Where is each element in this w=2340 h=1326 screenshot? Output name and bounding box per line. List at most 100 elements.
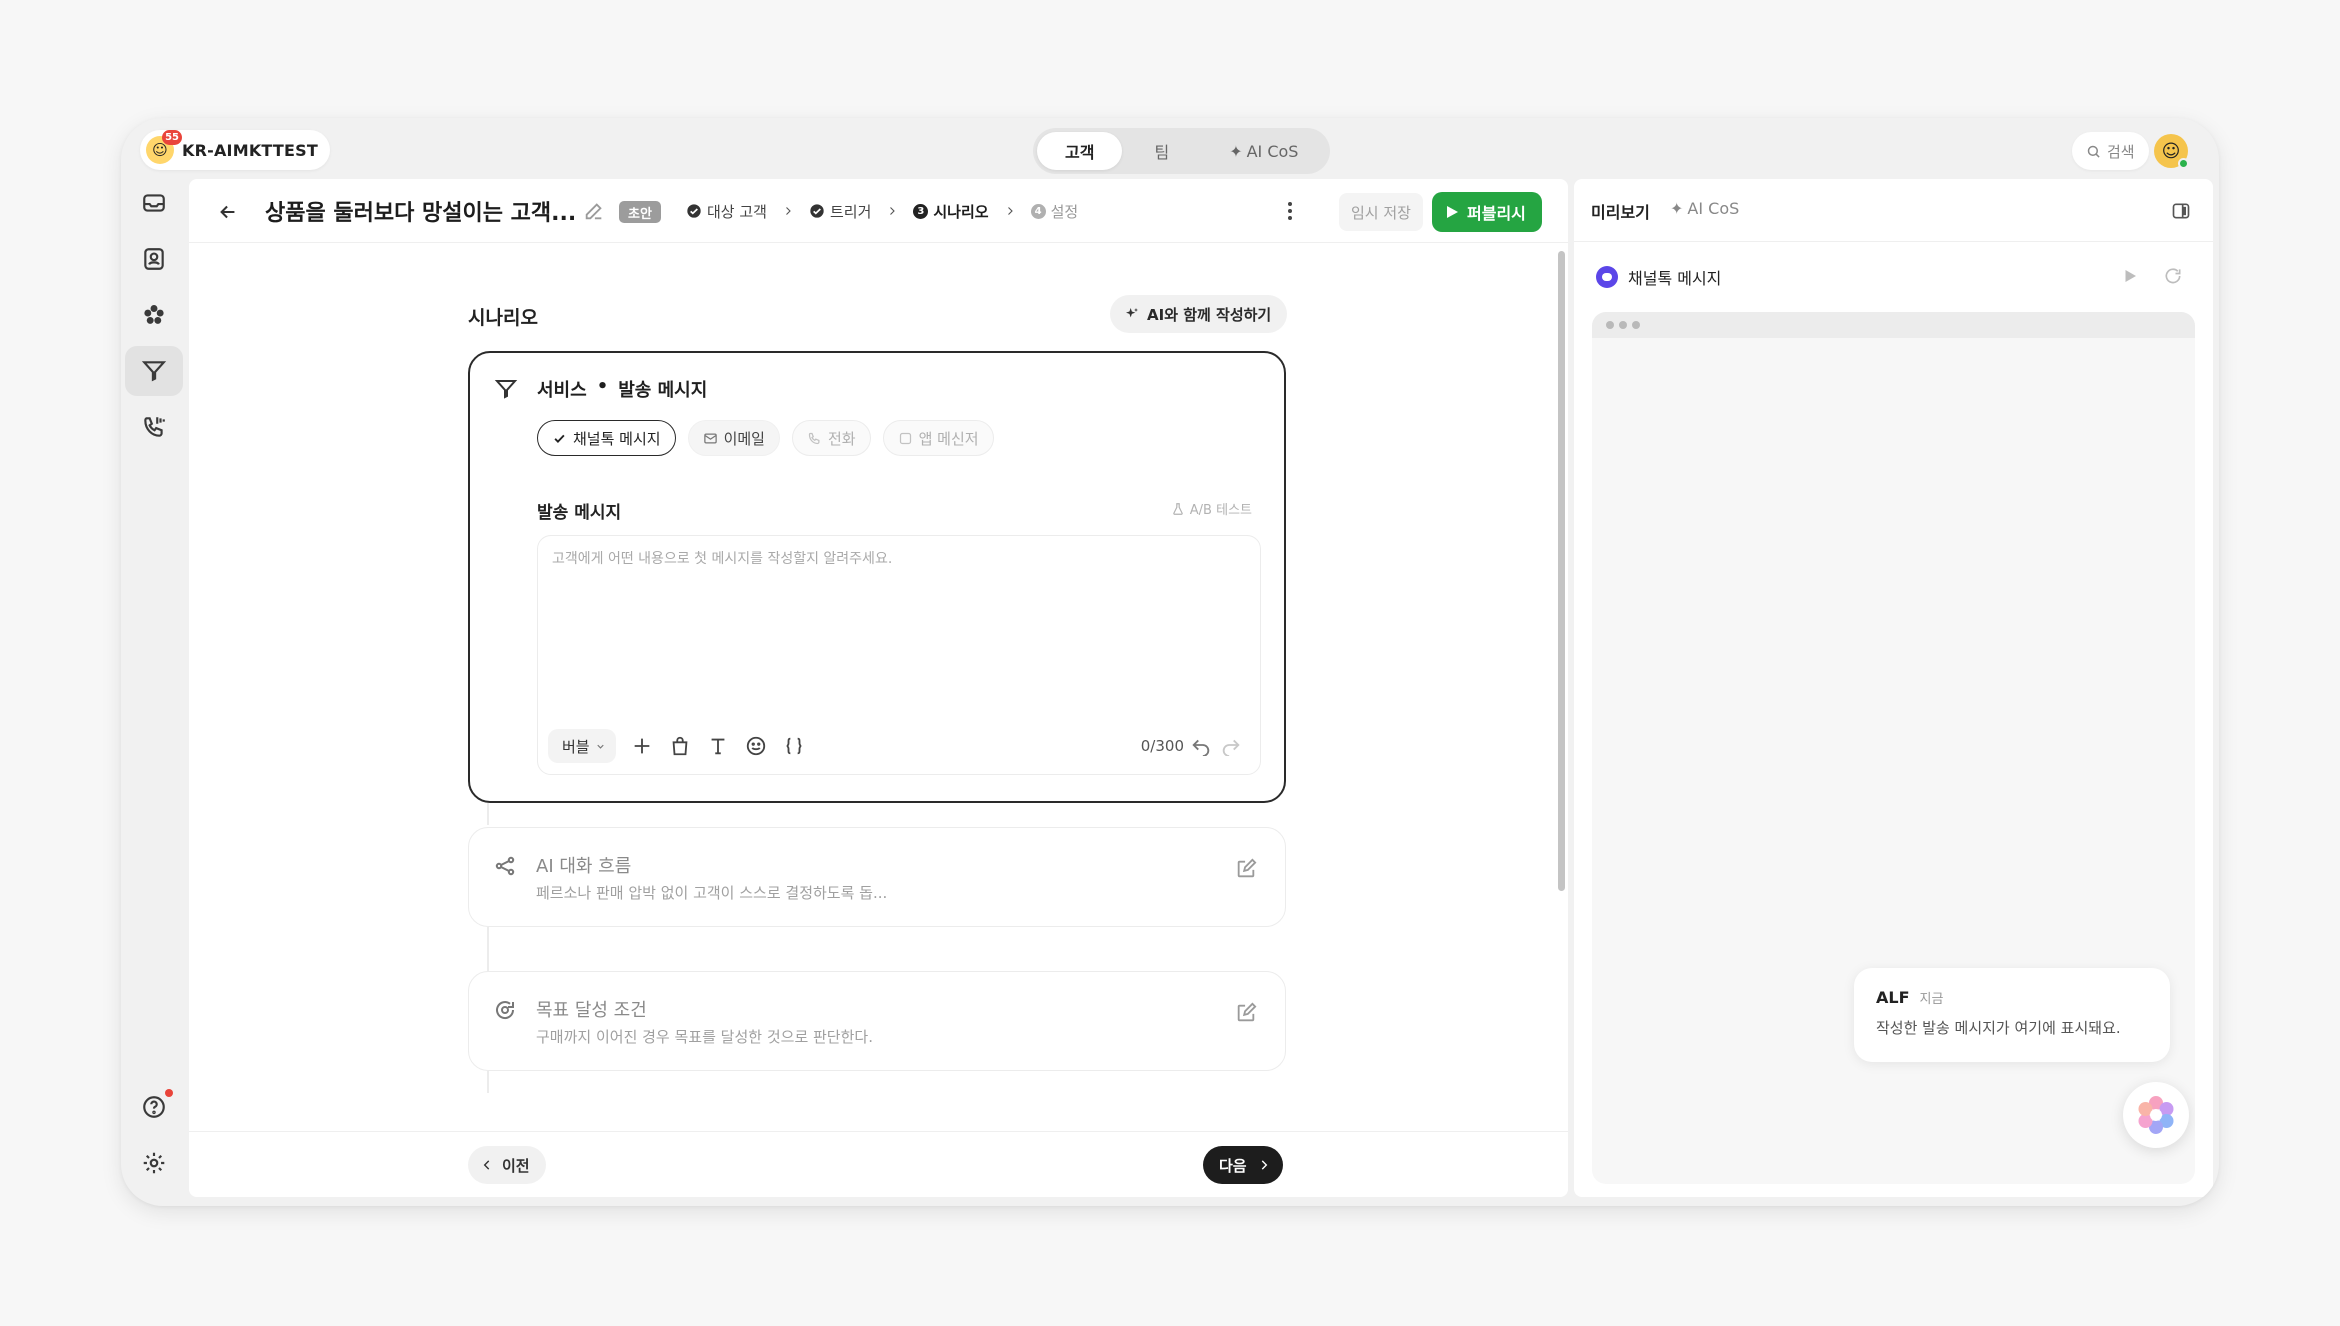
previous-button[interactable]: 이전	[468, 1146, 546, 1184]
undo-button[interactable]	[1190, 734, 1212, 757]
next-button[interactable]: 다음	[1203, 1146, 1283, 1184]
message-label: 발송 메시지	[537, 503, 622, 523]
channel-app-messenger[interactable]: 앱 메신저	[882, 420, 994, 456]
nav-campaigns[interactable]	[125, 346, 183, 396]
editor-footer: 이전 다음	[189, 1131, 1568, 1197]
redo-button[interactable]	[1220, 734, 1242, 757]
save-draft-button[interactable]: 임시 저장	[1339, 193, 1423, 231]
search-label: 검색	[2107, 142, 2135, 161]
help-icon	[143, 1096, 165, 1118]
publish-button[interactable]: 퍼블리시	[1432, 192, 1542, 232]
step-label: 시나리오	[933, 202, 989, 221]
channel-label: 전화	[827, 429, 856, 448]
chat-launcher-button[interactable]	[2123, 1082, 2189, 1148]
check-circle-icon	[687, 204, 701, 218]
pencil-icon	[585, 203, 602, 220]
text-format-button[interactable]	[706, 734, 730, 758]
chevron-right-icon	[771, 205, 805, 217]
back-button[interactable]	[215, 199, 241, 225]
workspace-switcher[interactable]: ☺ 55 KR-AIMKTTEST	[140, 130, 330, 170]
channel-label: 채널톡 메시지	[573, 429, 661, 448]
bubble-timestamp: 지금	[1919, 992, 1944, 1007]
message-input[interactable]	[552, 548, 1242, 698]
step-label: 설정	[1050, 202, 1079, 221]
phone-call-icon	[144, 417, 165, 437]
bubble-select-label: 버블	[562, 737, 590, 756]
user-avatar[interactable]: ☺	[2154, 134, 2189, 169]
nav-settings[interactable]	[125, 1138, 183, 1188]
service-label: 서비스	[537, 380, 587, 401]
nav-calls[interactable]	[125, 402, 183, 452]
refresh-preview-button[interactable]	[2163, 266, 2183, 286]
tab-ai-cos-label: AI CoS	[1246, 141, 1299, 161]
more-options-button[interactable]	[1280, 197, 1300, 225]
goal-description: 구매까지 이어진 경우 목표를 달성한 것으로 판단한다.	[536, 1028, 873, 1046]
service-message-card: 서비스 • 발송 메시지 채널톡 메시지 이메일 전화 앱 메신저 발송 메시지…	[468, 351, 1286, 803]
flower-icon	[144, 305, 164, 324]
step-audience[interactable]: 대상 고객	[682, 197, 771, 225]
search-icon	[2087, 145, 2100, 158]
flow-connector	[487, 927, 489, 971]
editor-header: 상품을 둘러보다 망설이는 고객... 초안 대상 고객 트리거 3 시나리오 …	[189, 179, 1568, 243]
tab-preview[interactable]: 미리보기	[1591, 199, 1650, 223]
preview-panel: 미리보기 ✦ AI CoS 채널톡 메시지 ALF 지금 작성한 발송 메시지가…	[1574, 179, 2213, 1197]
edit-title-button[interactable]	[583, 200, 605, 222]
window-dot	[1606, 321, 1614, 329]
edit-goal-button[interactable]	[1235, 1002, 1257, 1024]
channel-email[interactable]: 이메일	[687, 420, 780, 456]
notification-badge: 55	[162, 130, 182, 145]
step-trigger[interactable]: 트리거	[805, 197, 875, 225]
redo-icon	[1222, 739, 1240, 757]
flow-connector	[487, 1071, 489, 1093]
step-settings[interactable]: 4 설정	[1027, 197, 1083, 225]
tab-customer[interactable]: 고객	[1037, 132, 1123, 170]
page-title: 상품을 둘러보다 망설이는 고객...	[265, 201, 577, 226]
chevron-right-icon	[875, 205, 909, 217]
nav-integrations[interactable]	[125, 290, 183, 340]
undo-icon	[1192, 739, 1210, 757]
edit-ai-flow-button[interactable]	[1235, 858, 1257, 880]
app-icon	[899, 432, 911, 444]
nav-inbox[interactable]	[125, 178, 183, 228]
refresh-icon	[2165, 268, 2181, 284]
variable-button[interactable]	[782, 734, 806, 758]
channel-chattalk[interactable]: 채널톡 메시지	[537, 420, 676, 456]
ai-write-button[interactable]: AI와 함께 작성하기	[1110, 295, 1288, 333]
ai-flow-card[interactable]: AI 대화 흐름 페르소나 판매 압박 없이 고객이 스스로 결정하도록 돕..…	[468, 827, 1286, 927]
scrollbar[interactable]	[1558, 251, 1565, 891]
flow-connector	[487, 803, 489, 825]
funnel-send-icon	[141, 361, 167, 382]
play-preview-button[interactable]	[2121, 267, 2139, 285]
goal-card[interactable]: 목표 달성 조건 구매까지 이어진 경우 목표를 달성한 것으로 판단한다.	[468, 971, 1286, 1071]
add-button[interactable]	[630, 734, 654, 758]
channel-phone[interactable]: 전화	[791, 420, 871, 456]
character-counter: 0/300	[1140, 737, 1184, 755]
step-scenario[interactable]: 3 시나리오	[909, 197, 992, 225]
tab-ai-cos[interactable]: ✦ AI CoS	[1201, 132, 1326, 170]
channel-label: 이메일	[723, 429, 765, 448]
panel-toggle-button[interactable]	[2171, 201, 2191, 221]
service-name: 발송 메시지	[618, 380, 708, 401]
preview-device: ALF 지금 작성한 발송 메시지가 여기에 표시돼요.	[1592, 312, 2195, 1184]
product-button[interactable]	[668, 734, 692, 758]
ai-flow-description: 페르소나 판매 압박 없이 고객이 스스로 결정하도록 돕...	[536, 884, 888, 902]
search-button[interactable]: 검색	[2072, 132, 2149, 170]
tab-team[interactable]: 팀	[1126, 132, 1197, 170]
play-icon	[1447, 206, 1458, 218]
phone-icon	[808, 432, 820, 444]
step-progress: 대상 고객 트리거 3 시나리오 4 설정	[682, 197, 1082, 225]
sparkle-icon: ✦	[1229, 141, 1243, 161]
bubble-select[interactable]: 버블	[548, 729, 616, 763]
contacts-icon	[144, 248, 164, 270]
chevron-right-icon	[993, 205, 1027, 217]
goal-title: 목표 달성 조건	[536, 1000, 647, 1021]
emoji-button[interactable]	[744, 734, 768, 758]
ai-write-label: AI와 함께 작성하기	[1147, 305, 1272, 324]
ab-test-button[interactable]: A/B 테스트	[1171, 499, 1252, 518]
tab-label: AI CoS	[1687, 199, 1740, 218]
tab-preview-ai-cos[interactable]: ✦ AI CoS	[1670, 199, 1739, 218]
nav-contacts[interactable]	[125, 234, 183, 284]
chat-bubble-icon	[1596, 266, 1618, 288]
variable-braces-icon	[786, 737, 802, 755]
nav-help[interactable]	[125, 1082, 183, 1132]
